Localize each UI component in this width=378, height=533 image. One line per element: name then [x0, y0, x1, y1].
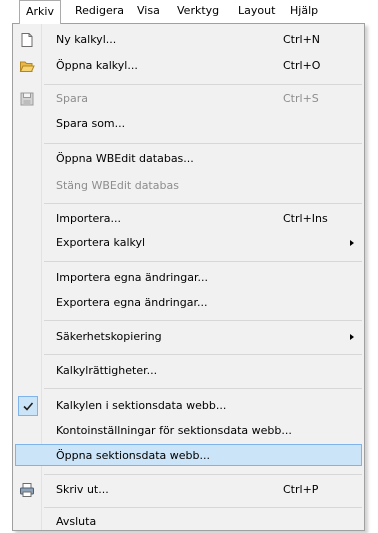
menu-item-account-settings-sektionsdata[interactable]: Kontoinställningar för sektionsdata webb… [15, 420, 362, 442]
menu-item-label: Kalkylrättigheter... [56, 364, 158, 377]
menu-visa[interactable]: Visa [131, 0, 166, 22]
menu-item-label: Ny kalkyl... [56, 33, 117, 46]
menu-item-label: Spara [56, 92, 88, 105]
menu-item-import[interactable]: Importera... Ctrl+Ins [15, 208, 362, 230]
menu-item-open-sektionsdata-web[interactable]: Öppna sektionsdata webb... [15, 444, 362, 466]
open-folder-icon [19, 58, 35, 74]
menu-item-label: Exportera egna ändringar... [56, 296, 208, 309]
menu-item-label: Kalkylen i sektionsdata webb... [56, 399, 227, 412]
menu-item-label: Importera egna ändringar... [56, 271, 208, 284]
menu-item-shortcut: Ctrl+O [283, 59, 321, 72]
menu-item-label: Avsluta [56, 515, 97, 528]
menu-separator [44, 261, 362, 262]
menu-item-label: Importera... [56, 212, 122, 225]
menu-item-open-wbedit-db[interactable]: Öppna WBEdit databas... [15, 148, 362, 170]
menu-item-shortcut: Ctrl+N [283, 33, 321, 46]
menu-item-label: Öppna kalkyl... [56, 59, 138, 72]
menu-item-exit[interactable]: Avsluta [15, 511, 362, 533]
menu-bar: Arkiv Redigera Visa Verktyg Layout Hjälp [0, 0, 378, 24]
menu-hjalp[interactable]: Hjälp [284, 0, 324, 22]
menu-layout[interactable]: Layout [232, 0, 281, 22]
arkiv-dropdown-menu: Ny kalkyl... Ctrl+N Öppna kalkyl... Ctrl… [12, 23, 365, 531]
menu-item-print[interactable]: Skriv ut... Ctrl+P [15, 479, 362, 501]
menu-separator [44, 388, 362, 389]
menu-item-new-calc[interactable]: Ny kalkyl... Ctrl+N [15, 29, 362, 51]
menu-separator [44, 354, 362, 355]
menu-item-import-own-changes[interactable]: Importera egna ändringar... [15, 267, 362, 289]
submenu-arrow-icon [350, 240, 354, 246]
menu-redigera[interactable]: Redigera [69, 0, 130, 22]
menu-separator [44, 507, 362, 508]
menu-item-backup[interactable]: Säkerhetskopiering [15, 326, 362, 348]
menu-item-save-as[interactable]: Spara som... [15, 113, 362, 135]
menu-arkiv[interactable]: Arkiv [19, 0, 61, 24]
menu-item-save: Spara Ctrl+S [15, 88, 362, 110]
menu-item-close-wbedit-db: Stäng WBEdit databas [15, 175, 362, 197]
menu-separator [44, 143, 362, 144]
menu-item-label: Spara som... [56, 117, 126, 130]
menu-item-label: Skriv ut... [56, 483, 109, 496]
menu-item-calc-permissions[interactable]: Kalkylrättigheter... [15, 360, 362, 382]
menu-item-label: Exportera kalkyl [56, 236, 146, 249]
menu-item-export-own-changes[interactable]: Exportera egna ändringar... [15, 292, 362, 314]
menu-separator [44, 474, 362, 475]
menu-separator [44, 320, 362, 321]
menu-item-export-calc[interactable]: Exportera kalkyl [15, 232, 362, 254]
menu-item-label: Stäng WBEdit databas [56, 179, 179, 192]
new-document-icon [19, 32, 35, 48]
submenu-arrow-icon [350, 334, 354, 340]
save-disk-icon [19, 91, 35, 107]
menu-verktyg[interactable]: Verktyg [171, 0, 225, 22]
menu-item-label: Kontoinställningar för sektionsdata webb… [56, 424, 292, 437]
menu-separator [44, 84, 362, 85]
checkmark-icon [18, 396, 38, 416]
menu-item-label: Öppna WBEdit databas... [56, 152, 194, 165]
menu-item-open-calc[interactable]: Öppna kalkyl... Ctrl+O [15, 55, 362, 77]
menu-item-shortcut: Ctrl+P [283, 483, 319, 496]
menu-item-label: Säkerhetskopiering [56, 330, 162, 343]
menu-item-calc-in-sektionsdata-web[interactable]: Kalkylen i sektionsdata webb... [15, 395, 362, 417]
menu-separator [44, 203, 362, 204]
menu-item-shortcut: Ctrl+S [283, 92, 319, 105]
printer-icon [19, 482, 35, 498]
menu-item-label: Öppna sektionsdata webb... [56, 449, 210, 462]
menu-item-shortcut: Ctrl+Ins [283, 212, 328, 225]
